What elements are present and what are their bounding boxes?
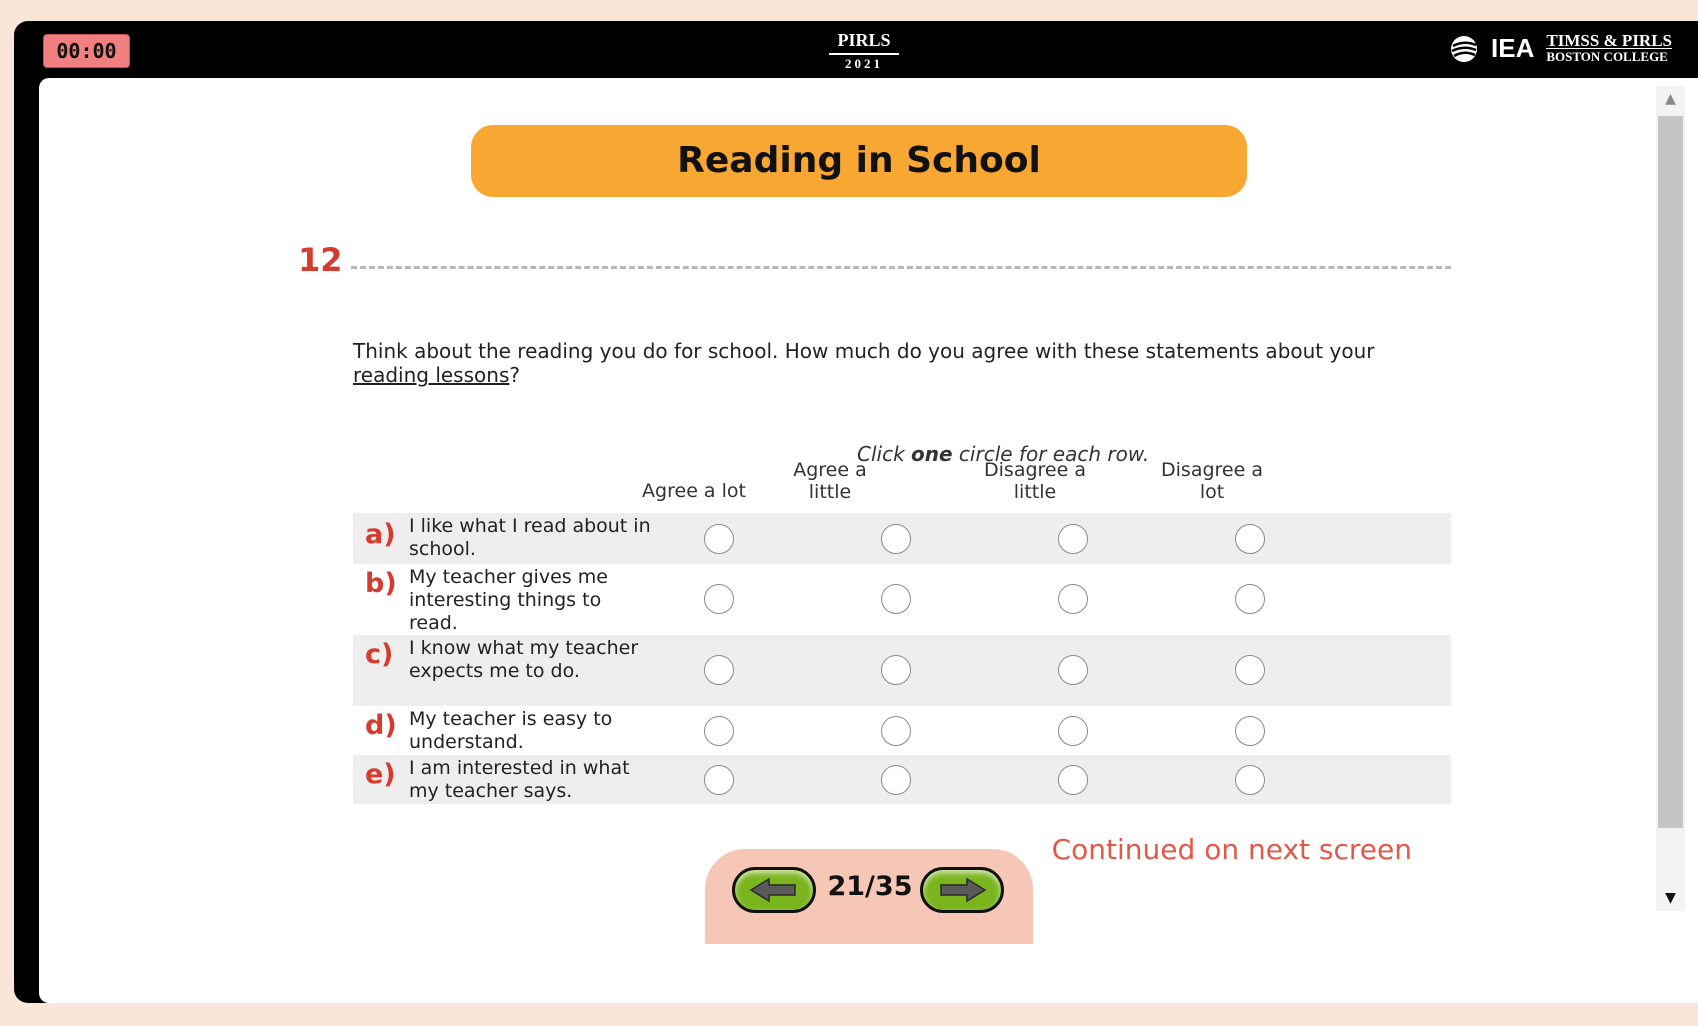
question-number: 12 xyxy=(298,241,343,279)
scroll-thumb[interactable] xyxy=(1658,116,1683,828)
table-row: e) I am interested in what my teacher sa… xyxy=(353,755,1451,804)
timer: 00:00 xyxy=(43,34,130,68)
top-bar: 00:00 PIRLS 2021 IEA TIMSS & PIRLS BOSTO… xyxy=(14,21,1698,78)
question-text: Think about the reading you do for schoo… xyxy=(353,339,1383,387)
row-letter: a) xyxy=(365,519,396,550)
pirls-logo-text: PIRLS xyxy=(829,30,899,55)
iea-logo-text: IEA xyxy=(1491,33,1535,63)
radio-disagree-a-little[interactable] xyxy=(1058,655,1088,685)
page-counter: 21/35 xyxy=(827,871,913,902)
table-row: b) My teacher gives me interesting thing… xyxy=(353,564,1451,635)
row-letter: d) xyxy=(365,710,397,741)
next-button[interactable] xyxy=(920,867,1004,913)
radio-disagree-a-lot[interactable] xyxy=(1235,765,1265,795)
radio-agree-a-lot[interactable] xyxy=(704,716,734,746)
radio-disagree-a-little[interactable] xyxy=(1058,765,1088,795)
row-letter: b) xyxy=(365,568,397,599)
row-statement: My teacher gives me interesting things t… xyxy=(409,566,608,634)
timss-pirls-text: TIMSS & PIRLS xyxy=(1546,31,1672,50)
brand-logos: IEA TIMSS & PIRLS BOSTON COLLEGE xyxy=(1449,31,1672,64)
table-row: c) I know what my teacher expects me to … xyxy=(353,635,1451,706)
question-mark: ? xyxy=(509,363,520,387)
vertical-scrollbar[interactable]: ▲ ▼ xyxy=(1656,86,1685,911)
radio-agree-a-lot[interactable] xyxy=(704,524,734,554)
radio-agree-a-little[interactable] xyxy=(881,655,911,685)
radio-disagree-a-little[interactable] xyxy=(1058,584,1088,614)
col-header-disagree-a-little: Disagree a little xyxy=(984,459,1086,503)
radio-disagree-a-little[interactable] xyxy=(1058,524,1088,554)
scroll-down-icon[interactable]: ▼ xyxy=(1656,885,1685,911)
radio-agree-a-little[interactable] xyxy=(881,765,911,795)
row-statement: I like what I read about in school. xyxy=(409,515,651,560)
radio-disagree-a-lot[interactable] xyxy=(1235,716,1265,746)
boston-college-text: BOSTON COLLEGE xyxy=(1546,49,1668,64)
radio-disagree-a-lot[interactable] xyxy=(1235,524,1265,554)
row-statement: I am interested in what my teacher says. xyxy=(409,757,630,802)
timss-pirls-logo: TIMSS & PIRLS BOSTON COLLEGE xyxy=(1546,31,1672,64)
question-underlined-term: reading lessons xyxy=(353,363,510,387)
row-statement: My teacher is easy to understand. xyxy=(409,708,613,753)
pirls-logo-year: 2021 xyxy=(845,56,883,71)
previous-button[interactable] xyxy=(732,867,816,913)
table-row: a) I like what I read about in school. xyxy=(353,513,1451,564)
col-header-agree-a-little: Agree a little xyxy=(793,459,867,503)
radio-disagree-a-little[interactable] xyxy=(1058,716,1088,746)
row-letter: c) xyxy=(365,639,394,670)
dotted-divider xyxy=(351,266,1451,269)
page-title: Reading in School xyxy=(471,125,1247,197)
row-letter: e) xyxy=(365,759,396,790)
col-header-disagree-a-lot: Disagree a lot xyxy=(1161,459,1263,503)
radio-agree-a-little[interactable] xyxy=(881,584,911,614)
table-row: d) My teacher is easy to understand. xyxy=(353,706,1451,755)
radio-agree-a-lot[interactable] xyxy=(704,655,734,685)
scroll-up-icon[interactable]: ▲ xyxy=(1656,86,1685,112)
row-statement: I know what my teacher expects me to do. xyxy=(409,637,639,682)
radio-agree-a-lot[interactable] xyxy=(704,765,734,795)
question-stem: Think about the reading you do for schoo… xyxy=(353,339,1375,363)
radio-disagree-a-lot[interactable] xyxy=(1235,584,1265,614)
pirls-logo: PIRLS 2021 xyxy=(829,30,899,72)
radio-agree-a-little[interactable] xyxy=(881,524,911,554)
radio-agree-a-little[interactable] xyxy=(881,716,911,746)
arrow-right-icon xyxy=(940,877,987,903)
navigation-panel: 21/35 xyxy=(705,849,1033,944)
radio-disagree-a-lot[interactable] xyxy=(1235,655,1265,685)
arrow-left-icon xyxy=(749,877,796,903)
instruction-bold: one xyxy=(911,442,953,466)
radio-agree-a-lot[interactable] xyxy=(704,584,734,614)
col-header-agree-a-lot: Agree a lot xyxy=(642,480,746,502)
iea-globe-icon xyxy=(1451,35,1478,62)
continued-notice: Continued on next screen xyxy=(1051,833,1412,866)
